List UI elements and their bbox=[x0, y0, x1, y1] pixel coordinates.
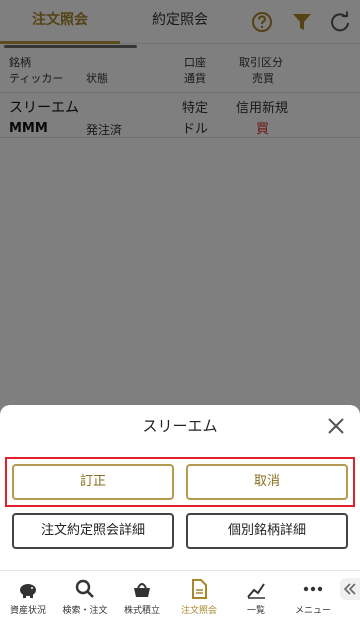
double-chevron-left-icon bbox=[343, 583, 356, 595]
sheet-title: スリーエム bbox=[142, 417, 218, 435]
stock-detail-button[interactable]: 個別銘柄詳細 bbox=[186, 513, 348, 549]
collapse-tab[interactable] bbox=[340, 578, 360, 600]
order-execution-detail-button[interactable]: 注文約定照会詳細 bbox=[12, 513, 174, 549]
more-icon bbox=[303, 586, 323, 592]
chart-icon bbox=[247, 583, 265, 599]
nav-assets[interactable]: 資産状況 bbox=[0, 571, 56, 622]
piggy-bank-icon bbox=[20, 584, 36, 598]
search-icon bbox=[75, 579, 94, 598]
nav-stock-accumulation[interactable]: 株式積立 bbox=[114, 571, 170, 622]
nav-order-inquiry[interactable]: 注文照会 bbox=[171, 571, 227, 622]
close-icon[interactable] bbox=[325, 415, 347, 437]
revise-button[interactable]: 訂正 bbox=[12, 464, 174, 500]
nav-menu-label: メニュー bbox=[294, 606, 331, 616]
basket-icon bbox=[134, 583, 150, 597]
nav-list[interactable]: 一覧 bbox=[228, 571, 284, 622]
bottom-navigation: 資産状況 検索・注文 株式積立 注文照会 一覧 メニュー bbox=[0, 570, 360, 622]
nav-search-order[interactable]: 検索・注文 bbox=[57, 571, 113, 622]
cancel-order-button[interactable]: 取消 bbox=[186, 464, 348, 500]
order-document-icon bbox=[192, 579, 207, 599]
nav-menu[interactable]: メニュー bbox=[285, 571, 341, 622]
